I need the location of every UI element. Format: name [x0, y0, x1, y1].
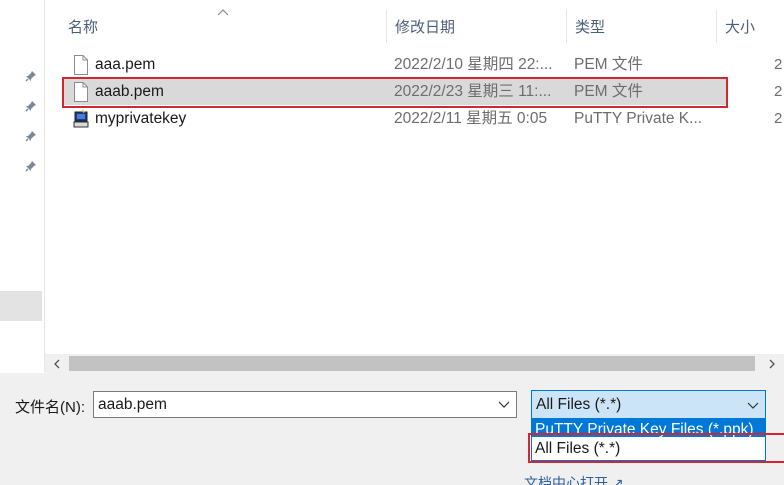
- scroll-left-icon[interactable]: [49, 354, 65, 373]
- filename-combobox[interactable]: [93, 391, 517, 418]
- file-size: 2: [774, 110, 783, 127]
- pin-icon[interactable]: [23, 158, 39, 174]
- filetype-option-ppk[interactable]: PuTTY Private Key Files (*.ppk): [532, 420, 765, 437]
- file-date: 2022/2/11 星期五 0:05: [394, 110, 548, 127]
- file-date: 2022/2/10 星期四 22:...: [394, 56, 553, 73]
- file-type: PEM 文件: [574, 83, 643, 100]
- putty-key-icon: [73, 109, 89, 128]
- open-in-doc-center-link[interactable]: 文档中心打开 ↗: [524, 474, 624, 485]
- file-type: PEM 文件: [574, 56, 643, 73]
- file-row[interactable]: myprivatekey 2022/2/11 星期五 0:05 PuTTY Pr…: [64, 106, 726, 132]
- file-name: myprivatekey: [95, 110, 187, 127]
- file-size: 2: [774, 83, 783, 100]
- filename-input[interactable]: [98, 392, 488, 417]
- filetype-selected: All Files (*.*): [536, 396, 622, 413]
- scroll-right-icon[interactable]: [764, 354, 780, 373]
- filetype-dropdown-list[interactable]: PuTTY Private Key Files (*.ppk) All File…: [531, 419, 766, 461]
- column-header-name[interactable]: 名称: [60, 10, 387, 43]
- chevron-down-icon[interactable]: [498, 398, 510, 410]
- filename-label: 文件名(N):: [15, 399, 85, 416]
- file-date: 2022/2/23 星期三 11:...: [394, 83, 552, 100]
- file-row-selected[interactable]: aaab.pem 2022/2/23 星期三 11:... PEM 文件: [64, 79, 726, 105]
- file-type: PuTTY Private K...: [574, 110, 703, 127]
- nav-item-selected[interactable]: [0, 291, 42, 321]
- pin-icon[interactable]: [23, 68, 39, 84]
- filetype-option-all[interactable]: All Files (*.*): [532, 438, 765, 460]
- scroll-thumb[interactable]: [69, 356, 755, 371]
- pin-icon[interactable]: [23, 128, 39, 144]
- file-name: aaab.pem: [95, 83, 164, 100]
- navigation-pane[interactable]: [0, 0, 45, 372]
- pin-icon[interactable]: [23, 98, 39, 114]
- horizontal-scrollbar[interactable]: [45, 354, 784, 373]
- column-header-size[interactable]: 大小: [717, 10, 784, 43]
- filetype-select[interactable]: All Files (*.*): [531, 390, 766, 419]
- column-header-date[interactable]: 修改日期: [387, 10, 567, 43]
- file-name: aaa.pem: [95, 56, 156, 73]
- file-row[interactable]: aaa.pem 2022/2/10 星期四 22:... PEM 文件: [64, 52, 726, 78]
- file-size: 2: [774, 56, 783, 73]
- document-icon: [74, 55, 88, 75]
- document-icon: [74, 82, 88, 102]
- chevron-down-icon[interactable]: [747, 399, 759, 411]
- column-header-type[interactable]: 类型: [567, 10, 717, 43]
